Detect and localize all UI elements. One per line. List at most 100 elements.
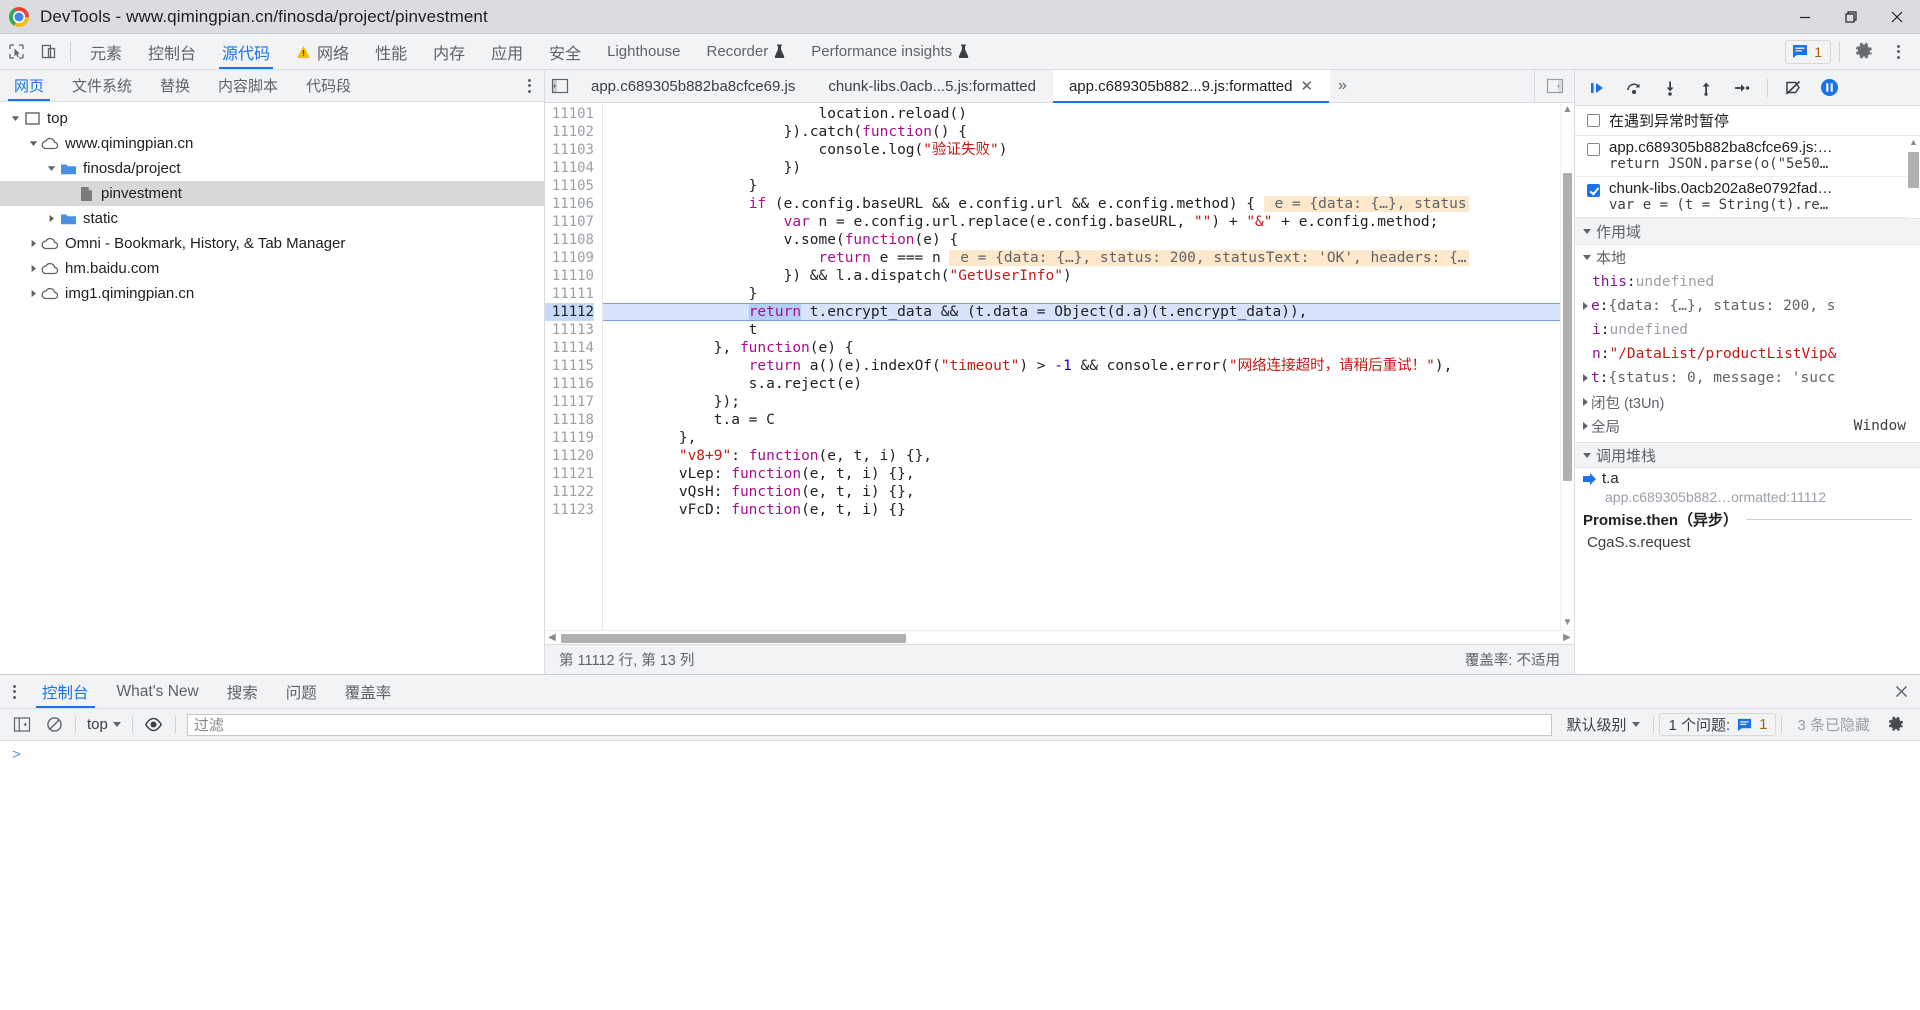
step-over-icon[interactable] <box>1617 74 1651 102</box>
scope-section-header[interactable]: 作用域 <box>1575 219 1920 245</box>
scope-closure-row[interactable]: 闭包 (t3Un) <box>1575 390 1920 414</box>
code-line[interactable]: location.reload() <box>603 105 1560 123</box>
close-button[interactable] <box>1874 0 1920 34</box>
chevron-down-icon[interactable] <box>26 139 40 148</box>
gear-icon[interactable] <box>1848 42 1880 61</box>
editor-vertical-scrollbar[interactable]: ▲ ▼ <box>1560 103 1574 630</box>
resume-script-icon[interactable] <box>1581 74 1615 102</box>
code-line[interactable]: "v8+9": function(e, t, i) {}, <box>603 447 1560 465</box>
scope-variable-row[interactable]: i: undefined <box>1575 318 1920 342</box>
line-number[interactable]: 11103 <box>545 141 594 159</box>
chevron-right-icon[interactable] <box>26 264 40 273</box>
close-drawer-icon[interactable] <box>1882 675 1920 708</box>
line-number[interactable]: 11101 <box>545 105 594 123</box>
editor-tab-chunk-libs[interactable]: chunk-libs.0acb...5.js:formatted <box>812 70 1053 102</box>
drawer-tab-coverage[interactable]: 覆盖率 <box>331 675 406 708</box>
line-number[interactable]: 11116 <box>545 375 594 393</box>
line-number[interactable]: 11113 <box>545 321 594 339</box>
line-number[interactable]: 11106 <box>545 195 594 213</box>
minimize-button[interactable] <box>1782 0 1828 34</box>
console-issues-badge[interactable]: 1 个问题: 1 <box>1659 713 1777 736</box>
pause-on-exceptions-checkbox[interactable] <box>1587 114 1600 127</box>
scroll-up-arrow[interactable]: ▲ <box>1563 103 1573 117</box>
tree-item-static[interactable]: static <box>0 206 544 231</box>
vertical-scroll-thumb[interactable] <box>1562 173 1572 481</box>
live-expression-icon[interactable] <box>138 712 170 738</box>
chevron-right-icon[interactable] <box>1583 302 1588 310</box>
line-number[interactable]: 11108 <box>545 231 594 249</box>
tab-application[interactable]: 应用 <box>478 34 536 69</box>
messages-badge[interactable]: 1 <box>1785 39 1831 64</box>
code-line[interactable]: }, <box>603 429 1560 447</box>
breakpoints-scroll-thumb[interactable] <box>1908 152 1919 188</box>
tree-item-pinvestment[interactable]: pinvestment <box>0 181 544 206</box>
nav-tab-page[interactable]: 网页 <box>0 70 58 101</box>
pause-on-exceptions-icon[interactable] <box>1812 74 1846 102</box>
console-level-selector[interactable]: 默认级别 <box>1558 714 1648 735</box>
code-editor[interactable]: 11101 11102 11103 11104 11105 11106 11107 11108… <box>545 103 1574 630</box>
chevron-down-icon[interactable] <box>8 114 22 123</box>
device-toolbar-icon[interactable] <box>32 34 64 69</box>
code-line[interactable]: t <box>603 321 1560 339</box>
scope-variable-row[interactable]: n: "/DataList/productListVip& <box>1575 342 1920 366</box>
tab-memory[interactable]: 内存 <box>420 34 478 69</box>
scroll-down-arrow[interactable]: ▼ <box>1563 616 1573 630</box>
console-filter-input[interactable]: 过滤 <box>186 713 1553 736</box>
tab-security[interactable]: 安全 <box>536 34 594 69</box>
code-line[interactable]: if (e.config.baseURL && e.config.url && … <box>603 195 1560 213</box>
code-line[interactable]: return e === n e = {data: {…}, status: 2… <box>603 249 1560 267</box>
code-line[interactable]: vLep: function(e, t, i) {}, <box>603 465 1560 483</box>
line-number[interactable]: 11102 <box>545 123 594 141</box>
tab-network[interactable]: 网络 <box>283 34 362 69</box>
inspect-element-icon[interactable] <box>0 34 32 69</box>
console-prompt[interactable]: > <box>0 741 1920 767</box>
code-line[interactable]: }).catch(function() { <box>603 123 1560 141</box>
horizontal-scroll-thumb[interactable] <box>561 633 906 643</box>
chevron-right-icon[interactable] <box>26 289 40 298</box>
code-line[interactable]: console.log("验证失败") <box>603 141 1560 159</box>
scope-global-row[interactable]: 全局 Window <box>1575 414 1920 438</box>
scope-variable-row[interactable]: e: {data: {…}, status: 200, s <box>1575 294 1920 318</box>
drawer-tab-whats-new[interactable]: What's New <box>103 675 213 708</box>
line-number[interactable]: 11107 <box>545 213 594 231</box>
tab-sources[interactable]: 源代码 <box>209 34 283 69</box>
drawer-tab-search[interactable]: 搜索 <box>213 675 272 708</box>
chevron-right-icon[interactable] <box>26 239 40 248</box>
line-number[interactable]: 11110 <box>545 267 594 285</box>
maximize-restore-button[interactable] <box>1828 0 1874 34</box>
tab-elements[interactable]: 元素 <box>77 34 135 69</box>
editor-tab-app-js-formatted[interactable]: app.c689305b882...9.js:formatted ✕ <box>1052 70 1331 103</box>
code-content[interactable]: location.reload() }).catch(function() { … <box>603 103 1560 630</box>
line-number[interactable]: 11111 <box>545 285 594 303</box>
code-line[interactable]: v.some(function(e) { <box>603 231 1560 249</box>
line-number[interactable]: 11122 <box>545 483 594 501</box>
drawer-tab-issues[interactable]: 问题 <box>272 675 331 708</box>
code-line[interactable]: var n = e.config.url.replace(e.config.ba… <box>603 213 1560 231</box>
tab-recorder[interactable]: Recorder <box>694 34 799 69</box>
nav-tab-filesystem[interactable]: 文件系统 <box>58 70 146 101</box>
code-line[interactable]: return a()(e).indexOf("timeout") > -1 &&… <box>603 357 1560 375</box>
line-number[interactable]: 11117 <box>545 393 594 411</box>
vertical-scroll-track[interactable] <box>1562 117 1573 616</box>
code-line[interactable]: }); <box>603 393 1560 411</box>
deactivate-breakpoints-icon[interactable] <box>1776 74 1810 102</box>
line-number[interactable]: 11123 <box>545 501 594 519</box>
breakpoint-checkbox[interactable] <box>1587 184 1600 197</box>
line-number[interactable]: 11104 <box>545 159 594 177</box>
code-line[interactable]: } <box>603 285 1560 303</box>
more-tabs-icon[interactable]: » <box>1330 70 1355 102</box>
chevron-down-icon[interactable] <box>44 164 58 173</box>
navigator-more-options-icon[interactable] <box>514 70 544 101</box>
code-line[interactable]: }, function(e) { <box>603 339 1560 357</box>
chevron-right-icon[interactable] <box>1583 374 1588 382</box>
tab-performance[interactable]: 性能 <box>362 34 420 69</box>
pause-on-exceptions-row[interactable]: 在遇到异常时暂停 <box>1575 106 1920 136</box>
code-line[interactable]: }) <box>603 159 1560 177</box>
code-line[interactable]: vQsH: function(e, t, i) {}, <box>603 483 1560 501</box>
tab-console[interactable]: 控制台 <box>135 34 209 69</box>
nav-tab-content-scripts[interactable]: 内容脚本 <box>204 70 292 101</box>
code-line[interactable]: s.a.reject(e) <box>603 375 1560 393</box>
line-number[interactable]: 11119 <box>545 429 594 447</box>
step-into-icon[interactable] <box>1653 74 1687 102</box>
editor-tab-app-js[interactable]: app.c689305b882ba8cfce69.js <box>575 70 812 102</box>
